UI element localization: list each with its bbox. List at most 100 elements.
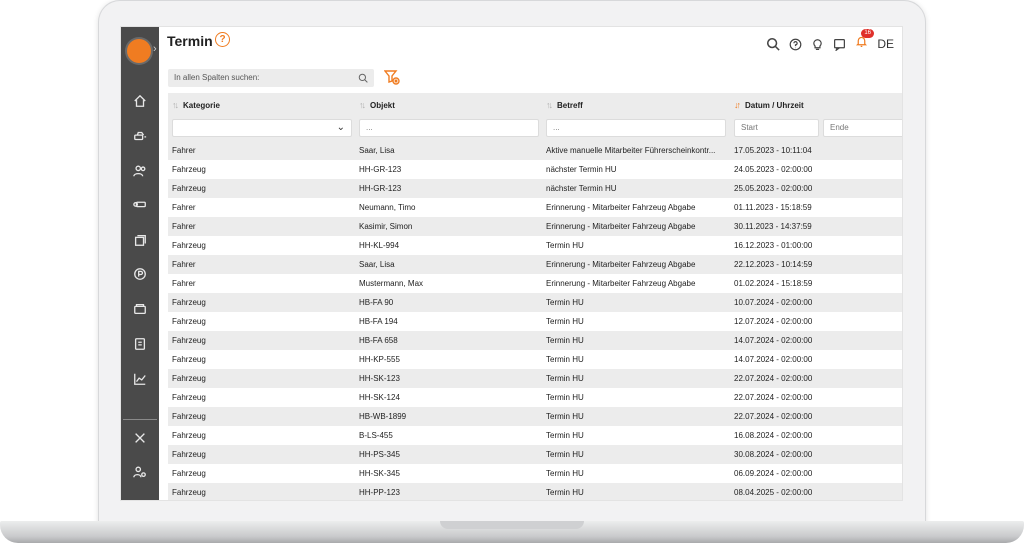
- feedback-icon[interactable]: [833, 38, 846, 51]
- table-row[interactable]: Fahrer Saar, Lisa Erinnerung - Mitarbeiter…: [168, 255, 902, 274]
- chevron-right-icon[interactable]: ›: [153, 43, 157, 55]
- table-cell: 14.07.2024 - 02:00:00: [734, 336, 813, 345]
- column-datum[interactable]: ↓↑ Datum / Uhrzeit: [734, 100, 804, 110]
- table-cell: Fahrzeug: [172, 241, 206, 250]
- column-kategorie[interactable]: ↑↓ Kategorie: [172, 100, 220, 110]
- table-cell: Fahrzeug: [172, 298, 206, 307]
- column-label: Datum / Uhrzeit: [745, 100, 804, 110]
- header: Termin ? 16 DE: [159, 27, 902, 57]
- table-cell: 01.11.2023 - 15:18:59: [734, 203, 812, 212]
- table-row[interactable]: Fahrzeug B-LS-455 Termin HU 16.08.2024 - 02…: [168, 426, 902, 445]
- wallet-icon[interactable]: [132, 301, 148, 317]
- table-cell: HH-GR-123: [359, 165, 402, 174]
- table-cell: HH-SK-123: [359, 374, 400, 383]
- table-cell: 14.07.2024 - 02:00:00: [734, 355, 813, 364]
- table-cell: 22.07.2024 - 02:00:00: [734, 412, 813, 421]
- search-placeholder: In allen Spalten suchen:: [174, 73, 260, 82]
- table-cell: 08.04.2025 - 02:00:00: [734, 488, 813, 497]
- table-cell: Termin HU: [546, 241, 584, 250]
- table-cell: Fahrer: [172, 279, 196, 288]
- table-cell: Erinnerung - Mitarbeiter Fahrzeug Abgabe: [546, 279, 696, 288]
- table-cell: Termin HU: [546, 355, 584, 364]
- table-cell: nächster Termin HU: [546, 165, 617, 174]
- table-cell: HH-KP-555: [359, 355, 400, 364]
- search-icon[interactable]: [358, 73, 368, 83]
- table-cell: 17.05.2023 - 10:11:04: [734, 146, 812, 155]
- table-cell: Fahrzeug: [172, 412, 206, 421]
- table-cell: Termin HU: [546, 450, 584, 459]
- table-cell: 16.08.2024 - 02:00:00: [734, 431, 813, 440]
- sort-icon[interactable]: ↑↓: [359, 100, 366, 110]
- end-date-filter[interactable]: Ende: [823, 119, 902, 137]
- cars-icon[interactable]: [132, 128, 148, 144]
- table-cell: Termin HU: [546, 298, 584, 307]
- table-cell: 12.07.2024 - 02:00:00: [734, 317, 813, 326]
- table-cell: HB-FA 658: [359, 336, 398, 345]
- table-row[interactable]: Fahrzeug HB-FA 658 Termin HU 14.07.2024 - 0…: [168, 331, 902, 350]
- table-cell: Erinnerung - Mitarbeiter Fahrzeug Abgabe: [546, 222, 696, 231]
- kategorie-select[interactable]: ⌄: [172, 119, 352, 137]
- table-cell: Termin HU: [546, 469, 584, 478]
- table-row[interactable]: Fahrzeug HH-PP-123 Termin HU 08.04.2025 - 0…: [168, 483, 902, 500]
- column-label: Objekt: [370, 100, 395, 110]
- objekt-filter[interactable]: ...: [359, 119, 539, 137]
- table-cell: 01.02.2024 - 15:18:59: [734, 279, 813, 288]
- table-row[interactable]: Fahrer Saar, Lisa Aktive manuelle Mitarbei…: [168, 141, 902, 160]
- table-row[interactable]: Fahrzeug HH-KP-555 Termin HU 14.07.2024 - 0…: [168, 350, 902, 369]
- help-glyph: ?: [219, 34, 226, 45]
- appointments-table: ↑↓ Kategorie ↑↓ Objekt ↑↓ Betreff ↓↑ Datum /…: [168, 93, 902, 500]
- table-row[interactable]: Fahrzeug HH-GR-123 nächster Termin HU 24.05…: [168, 160, 902, 179]
- betreff-filter[interactable]: ...: [546, 119, 726, 137]
- table-cell: HB-FA 90: [359, 298, 394, 307]
- parking-icon[interactable]: [132, 266, 148, 282]
- column-objekt[interactable]: ↑↓ Objekt: [359, 100, 395, 110]
- table-row[interactable]: Fahrer Mustermann, Max Erinnerung - Mitarb…: [168, 274, 902, 293]
- start-date-filter[interactable]: Start: [734, 119, 819, 137]
- help-icon[interactable]: [789, 38, 802, 51]
- table-cell: HH-KL-994: [359, 241, 400, 250]
- document-icon[interactable]: [132, 336, 148, 352]
- table-cell: HH-SK-345: [359, 469, 400, 478]
- app-screen: › Termin ? 16 DE In allen Spalten suchen…: [120, 26, 903, 501]
- header-actions: 16 DE: [766, 29, 894, 53]
- table-row[interactable]: Fahrzeug HB-FA 90 Termin HU 10.07.2024 - 02…: [168, 293, 902, 312]
- table-row[interactable]: Fahrzeug HH-SK-124 Termin HU 22.07.2024 - 0…: [168, 388, 902, 407]
- layers-icon[interactable]: [132, 232, 148, 248]
- table-row[interactable]: Fahrzeug HH-SK-123 Termin HU 22.07.2024 - 0…: [168, 369, 902, 388]
- tools-icon[interactable]: [132, 430, 148, 446]
- table-cell: Erinnerung - Mitarbeiter Fahrzeug Abgabe: [546, 260, 696, 269]
- clear-filter-icon[interactable]: [384, 69, 400, 85]
- laptop-notch: [440, 521, 584, 529]
- table-row[interactable]: Fahrzeug HH-PS-345 Termin HU 30.08.2024 - 0…: [168, 445, 902, 464]
- search-icon[interactable]: [766, 37, 781, 51]
- search-input[interactable]: In allen Spalten suchen:: [168, 69, 374, 87]
- column-label: Betreff: [557, 100, 583, 110]
- table-row[interactable]: Fahrzeug HH-KL-994 Termin HU 16.12.2023 - 0…: [168, 236, 902, 255]
- table-row[interactable]: Fahrer Kasimir, Simon Erinnerung - Mitarbe…: [168, 217, 902, 236]
- users-icon[interactable]: [132, 163, 148, 179]
- sort-active-icon[interactable]: ↓↑: [734, 100, 741, 110]
- logo-icon[interactable]: [127, 39, 151, 63]
- table-cell: 30.11.2023 - 14:37:59: [734, 222, 812, 231]
- table-cell: 22.12.2023 - 10:14:59: [734, 260, 813, 269]
- lightbulb-icon[interactable]: [811, 38, 824, 51]
- table-row[interactable]: Fahrer Neumann, Timo Erinnerung - Mitarbei…: [168, 198, 902, 217]
- table-row[interactable]: Fahrzeug HH-GR-123 nächster Termin HU 25.05…: [168, 179, 902, 198]
- table-cell: HB-FA 194: [359, 317, 398, 326]
- help-icon[interactable]: ?: [215, 32, 230, 47]
- table-cell: Fahrzeug: [172, 336, 206, 345]
- car-key-icon[interactable]: [132, 196, 148, 212]
- table-row[interactable]: Fahrzeug HB-WB-1899 Termin HU 22.07.2024 - …: [168, 407, 902, 426]
- notifications[interactable]: 16: [855, 29, 875, 53]
- sidebar: ›: [121, 27, 159, 500]
- home-icon[interactable]: [132, 93, 148, 109]
- table-row[interactable]: Fahrzeug HB-FA 194 Termin HU 12.07.2024 - 0…: [168, 312, 902, 331]
- table-row[interactable]: Fahrzeug HH-SK-345 Termin HU 06.09.2024 - 0…: [168, 464, 902, 483]
- language-switch[interactable]: DE: [877, 37, 894, 51]
- table-cell: Fahrzeug: [172, 450, 206, 459]
- sort-icon[interactable]: ↑↓: [546, 100, 553, 110]
- chart-icon[interactable]: [132, 371, 148, 387]
- user-settings-icon[interactable]: [132, 464, 148, 480]
- column-betreff[interactable]: ↑↓ Betreff: [546, 100, 583, 110]
- sort-icon[interactable]: ↑↓: [172, 100, 179, 110]
